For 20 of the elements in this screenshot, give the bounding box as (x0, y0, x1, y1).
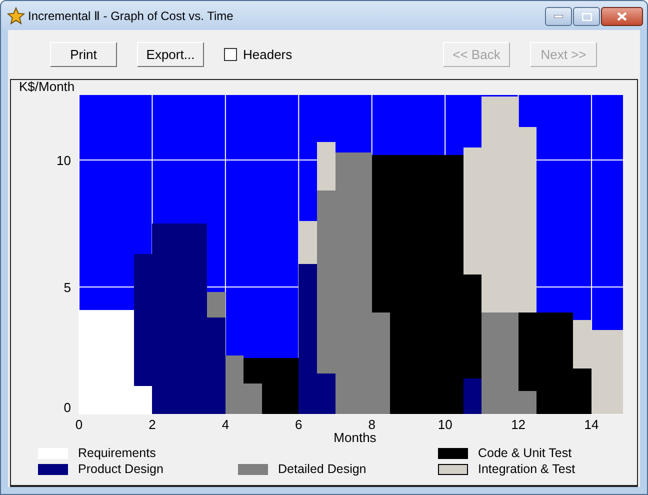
x-tick-label: 12 (511, 417, 526, 432)
y-axis-label: K$/Month (19, 80, 75, 94)
x-tick-label: 4 (222, 417, 230, 432)
y-tick-label: 5 (64, 280, 71, 295)
legend-label: Product Design (78, 462, 164, 476)
x-tick-label: 0 (75, 417, 83, 432)
legend-label: Integration & Test (478, 462, 576, 476)
x-tick-label: 8 (368, 417, 376, 432)
x-tick-label: 2 (148, 417, 156, 432)
legend-label: Code & Unit Test (478, 446, 572, 460)
window-title: Incremental Ⅱ - Graph of Cost vs. Time (28, 8, 234, 22)
x-tick-label: 10 (438, 417, 452, 432)
checkbox-label: Headers (243, 47, 292, 62)
x-tick-label: 14 (584, 417, 599, 432)
y-tick-label: 10 (56, 153, 71, 168)
x-axis-label: Months (334, 430, 376, 444)
legend-label: Requirements (78, 446, 156, 460)
x-tick-label: 6 (295, 417, 302, 432)
legend-label: Detailed Design (278, 462, 366, 476)
y-tick-label: 0 (64, 400, 71, 415)
